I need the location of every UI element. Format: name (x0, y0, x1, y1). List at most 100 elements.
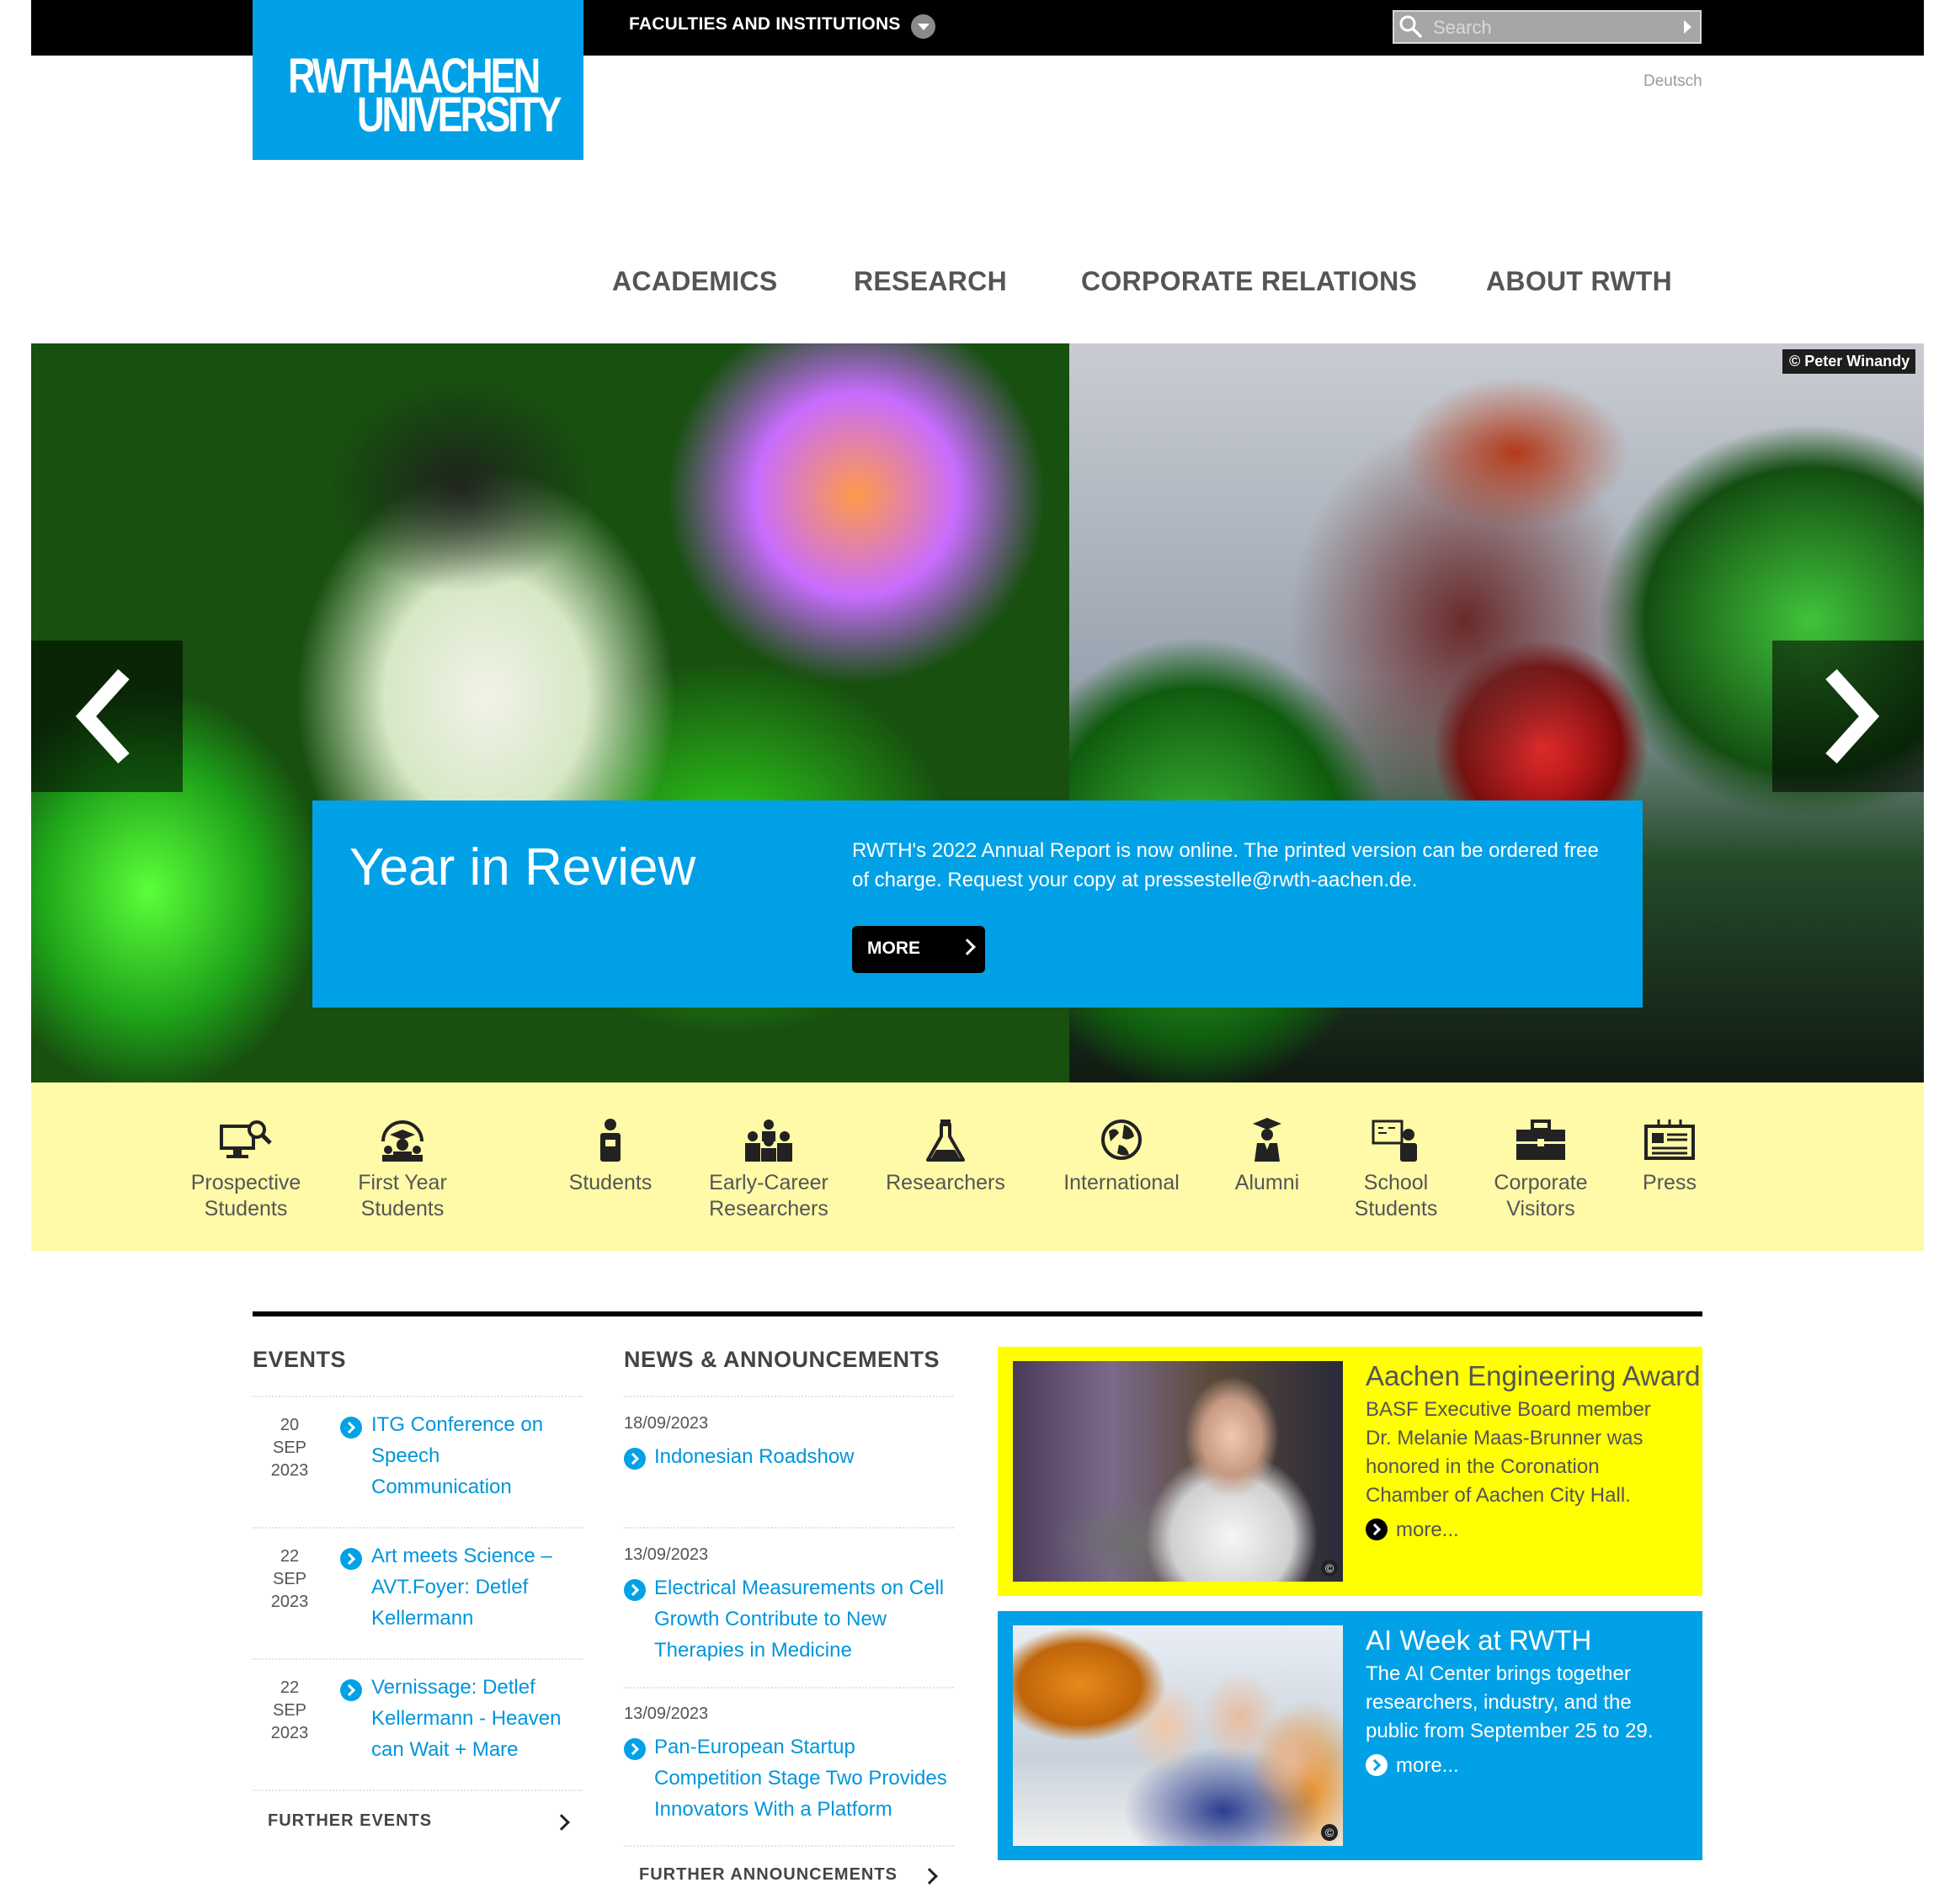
feature-title[interactable]: Aachen Engineering Award (1366, 1360, 1701, 1392)
news-title-line: Pan-European Startup (654, 1736, 855, 1758)
audience-press[interactable]: Press (1619, 1116, 1720, 1196)
event-title-line: can Wait + Mare (371, 1738, 519, 1761)
audience-school-students[interactable]: School Students (1329, 1116, 1463, 1222)
hero-more-button[interactable]: MORE (852, 926, 985, 973)
photo-credit: © Peter Winandy (1782, 349, 1916, 374)
chevron-right-icon (921, 1868, 938, 1885)
audience-label-line2: Visitors (1506, 1197, 1575, 1221)
audience-researchers[interactable]: Researchers (861, 1116, 1030, 1196)
news-item[interactable]: 13/09/2023 Electrical Measurements on Ce… (624, 1545, 961, 1672)
feature-card-ai-week[interactable]: © AI Week at RWTH The AI Center brings t… (998, 1611, 1702, 1860)
feature-more-label: more... (1396, 1518, 1459, 1541)
globe-icon (1101, 1120, 1142, 1160)
nav-academics[interactable]: ACADEMICS (612, 266, 777, 297)
arrow-circle-icon (340, 1679, 362, 1701)
divider (253, 1527, 583, 1529)
news-title-line: Competition Stage Two Provides (654, 1767, 947, 1790)
team-icon (745, 1120, 792, 1162)
feature-more-label: more... (1396, 1754, 1459, 1777)
nav-about-rwth[interactable]: ABOUT RWTH (1486, 266, 1672, 297)
audience-label-line1: Alumni (1234, 1171, 1300, 1194)
audience-label-line1: International (1063, 1171, 1180, 1194)
flask-icon (926, 1120, 965, 1162)
feature-text-line: BASF Executive Board member (1366, 1398, 1651, 1421)
slider-prev-button[interactable] (31, 641, 183, 792)
further-announcements-label: FURTHER ANNOUNCEMENTS (639, 1865, 898, 1884)
newspaper-icon (1644, 1120, 1695, 1160)
audience-first-year-students[interactable]: First Year Students (318, 1116, 487, 1222)
event-title-link[interactable]: ITG Conference on Speech Communication (371, 1409, 590, 1502)
audience-label-line2: Students (1354, 1197, 1438, 1221)
chevron-left-icon (75, 668, 130, 764)
audience-early-career-researchers[interactable]: Early-Career Researchers (676, 1116, 861, 1222)
further-events-label: FURTHER EVENTS (268, 1811, 433, 1830)
feature-more-link[interactable]: more... (1366, 1754, 1459, 1778)
audience-corporate-visitors[interactable]: Corporate Visitors (1465, 1116, 1617, 1222)
nav-corporate-relations[interactable]: CORPORATE RELATIONS (1081, 266, 1417, 297)
hero-slider: © Peter Winandy Year in Review RWTH's 20… (31, 343, 1924, 1082)
event-title-line: Speech (371, 1444, 440, 1467)
event-item[interactable]: 22 SEP 2023 Vernissage: Detlef Kellerman… (253, 1676, 583, 1786)
audience-alumni[interactable]: Alumni (1208, 1116, 1326, 1196)
event-title-link[interactable]: Vernissage: Detlef Kellermann - Heaven c… (371, 1672, 590, 1765)
faculties-menu-link[interactable]: FACULTIES AND INSTITUTIONS (629, 14, 901, 35)
news-title-link[interactable]: Indonesian Roadshow (654, 1441, 974, 1472)
event-year: 2023 (270, 1724, 309, 1742)
arrow-circle-icon (340, 1417, 362, 1439)
language-switch-link[interactable]: Deutsch (1643, 72, 1702, 91)
feature-card-engineering-award[interactable]: © Aachen Engineering Award BASF Executiv… (998, 1347, 1702, 1596)
chevron-right-icon (553, 1814, 570, 1831)
divider (253, 1790, 583, 1791)
logo-text-line2: UNIVERSITY (357, 88, 562, 142)
news-title-line: Therapies in Medicine (654, 1639, 852, 1662)
news-date: 13/09/2023 (624, 1545, 709, 1564)
feature-title[interactable]: AI Week at RWTH (1366, 1625, 1591, 1657)
hero-caption-panel: Year in Review RWTH's 2022 Annual Report… (312, 800, 1643, 1008)
search-input[interactable] (1431, 12, 1679, 44)
news-heading: NEWS & ANNOUNCEMENTS (624, 1347, 940, 1372)
event-date: 22 SEP 2023 (260, 1545, 319, 1614)
search-submit-arrow-icon[interactable] (1684, 20, 1691, 34)
event-item[interactable]: 22 SEP 2023 Art meets Science – AVT.Foye… (253, 1545, 583, 1655)
arrow-circle-icon (624, 1738, 646, 1760)
news-title-line: Electrical Measurements on Cell (654, 1577, 945, 1599)
news-item[interactable]: 13/09/2023 Pan-European Startup Competit… (624, 1705, 961, 1831)
further-announcements-link[interactable]: FURTHER ANNOUNCEMENTS (624, 1862, 961, 1896)
arrow-circle-icon (624, 1448, 646, 1470)
news-item[interactable]: 18/09/2023 Indonesian Roadshow (624, 1414, 961, 1515)
search-icon[interactable] (1398, 13, 1423, 39)
audience-international[interactable]: International (1037, 1116, 1206, 1196)
audience-label-line1: Press (1643, 1171, 1697, 1194)
rwth-logo[interactable]: RWTHAACHEN UNIVERSITY (253, 0, 583, 160)
copyright-badge: © (1321, 1560, 1338, 1577)
event-month: SEP (272, 1439, 307, 1457)
further-events-link[interactable]: FURTHER EVENTS (253, 1808, 583, 1842)
nav-research[interactable]: RESEARCH (854, 266, 1007, 297)
event-month: SEP (272, 1701, 307, 1720)
feature-text-line: Dr. Melanie Maas-Brunner was (1366, 1427, 1643, 1449)
event-title-link[interactable]: Art meets Science – AVT.Foyer: Detlef Ke… (371, 1540, 590, 1634)
feature-more-link[interactable]: more... (1366, 1518, 1459, 1542)
event-title-line: ITG Conference on (371, 1413, 544, 1436)
audience-label-line2: Researchers (709, 1197, 828, 1221)
audience-students[interactable]: Students (543, 1116, 678, 1196)
feature-text-line: The AI Center brings together (1366, 1662, 1631, 1685)
chevron-right-icon (1825, 668, 1880, 764)
news-title-link[interactable]: Electrical Measurements on Cell Growth C… (654, 1572, 974, 1666)
event-year: 2023 (270, 1593, 309, 1611)
audience-label-line1: First Year (358, 1171, 447, 1194)
divider (624, 1396, 954, 1397)
news-title-link[interactable]: Pan-European Startup Competition Stage T… (654, 1731, 974, 1825)
event-item[interactable]: 20 SEP 2023 ITG Conference on Speech Com… (253, 1413, 583, 1524)
event-date: 20 SEP 2023 (260, 1414, 319, 1482)
event-day: 22 (280, 1547, 300, 1566)
slider-next-button[interactable] (1772, 641, 1924, 792)
feature-text-line: honored in the Coronation (1366, 1455, 1600, 1478)
event-year: 2023 (270, 1461, 309, 1480)
chevron-down-icon[interactable] (911, 14, 935, 39)
chevron-right-icon (959, 939, 976, 955)
arrow-circle-icon (1366, 1754, 1388, 1776)
hero-more-label: MORE (867, 939, 920, 958)
audience-prospective-students[interactable]: Prospective Students (149, 1116, 343, 1222)
divider (624, 1527, 954, 1529)
